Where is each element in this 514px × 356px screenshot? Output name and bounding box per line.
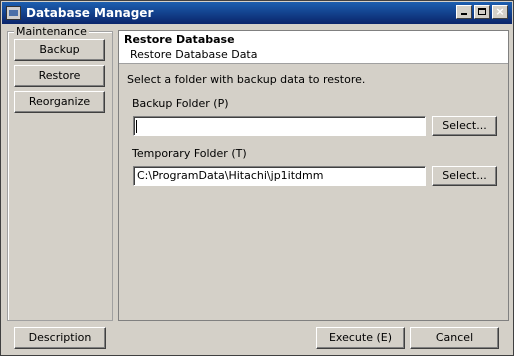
maintenance-label: Maintenance bbox=[14, 25, 89, 38]
minimize-icon bbox=[457, 6, 471, 18]
restore-panel: Restore Database Restore Database Data S… bbox=[118, 30, 509, 321]
window-title: Database Manager bbox=[26, 6, 154, 20]
backup-folder-input[interactable] bbox=[133, 116, 426, 136]
caption-buttons: × bbox=[456, 5, 508, 19]
backup-folder-label: Backup Folder (P) bbox=[132, 97, 229, 110]
temporary-folder-value: C:\ProgramData\Hitachi\jp1itdmm bbox=[137, 169, 324, 182]
close-icon: × bbox=[495, 5, 505, 18]
instruction-text: Select a folder with backup data to rest… bbox=[127, 73, 366, 86]
temporary-folder-select-button[interactable]: Select... bbox=[432, 166, 497, 186]
panel-title: Restore Database bbox=[124, 33, 235, 46]
maximize-icon bbox=[475, 6, 489, 18]
backup-folder-select-button[interactable]: Select... bbox=[432, 116, 497, 136]
description-button[interactable]: Description bbox=[14, 327, 106, 349]
temporary-folder-label: Temporary Folder (T) bbox=[132, 147, 247, 160]
execute-button[interactable]: Execute (E) bbox=[316, 327, 405, 349]
text-caret bbox=[136, 120, 137, 133]
reorganize-button[interactable]: Reorganize bbox=[14, 91, 105, 113]
maximize-button[interactable] bbox=[474, 5, 490, 19]
panel-subtitle: Restore Database Data bbox=[130, 48, 258, 61]
close-button[interactable]: × bbox=[492, 5, 508, 19]
temporary-folder-input[interactable]: C:\ProgramData\Hitachi\jp1itdmm bbox=[133, 166, 426, 186]
cancel-button[interactable]: Cancel bbox=[410, 327, 499, 349]
restore-button[interactable]: Restore bbox=[14, 65, 105, 87]
backup-button[interactable]: Backup bbox=[14, 39, 105, 61]
title-bar[interactable]: Database Manager × bbox=[2, 2, 512, 24]
database-manager-window: Database Manager × Maintenance Backup Re… bbox=[0, 0, 514, 356]
minimize-button[interactable] bbox=[456, 5, 472, 19]
panel-header: Restore Database Restore Database Data bbox=[119, 31, 508, 64]
app-icon bbox=[6, 6, 21, 20]
